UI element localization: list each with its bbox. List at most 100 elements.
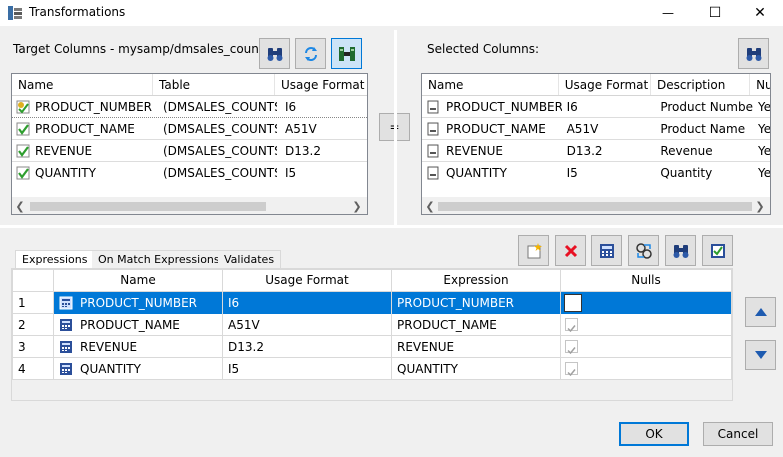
row-number: 2 — [13, 313, 54, 336]
expression-row[interactable]: 2 PRODUCT_NAME A51V PRODUCT_NAME — [13, 313, 731, 336]
find-expression-button[interactable] — [665, 235, 696, 266]
expression-nulls-cell[interactable] — [561, 358, 731, 380]
column-header-usage-format[interactable]: Usage Format — [559, 74, 651, 95]
calculator-button[interactable] — [591, 235, 622, 266]
expression-row[interactable]: 1 PRODUCT_NUMBER I6 PRODUCT_NUMBER — [13, 291, 731, 314]
target-format: A51V — [285, 121, 317, 136]
selected-nulls: Ye — [758, 121, 771, 136]
selected-format: I5 — [566, 166, 578, 180]
scrollbar-thumb[interactable] — [30, 202, 266, 211]
selected-nulls: Ye — [758, 166, 771, 180]
expression-format[interactable]: D13.2 — [223, 335, 392, 358]
expression-value[interactable]: PRODUCT_NUMBER — [392, 291, 561, 314]
maximize-button[interactable]: ☐ — [692, 0, 738, 26]
expression-name-cell[interactable]: PRODUCT_NAME — [54, 313, 223, 336]
selected-row[interactable]: REVENUE D13.2 Revenue Ye — [422, 140, 770, 162]
check-field-icon — [16, 122, 30, 135]
column-header-nulls[interactable]: Nulls — [561, 270, 731, 291]
minimize-button[interactable]: — — [645, 0, 691, 26]
column-header-expression[interactable]: Expression — [392, 270, 561, 291]
binoculars-icon — [746, 47, 761, 61]
nulls-checkbox[interactable] — [565, 362, 578, 377]
validate-button[interactable] — [702, 235, 733, 266]
target-name: PRODUCT_NAME — [35, 121, 135, 136]
selected-horizontal-scrollbar[interactable]: ❮ ❯ — [422, 197, 770, 214]
scroll-left-icon[interactable]: ❮ — [13, 199, 27, 214]
checkmark-icon — [567, 369, 576, 377]
delete-button[interactable] — [555, 235, 586, 266]
calculator-icon — [599, 243, 614, 258]
expression-format[interactable]: A51V — [223, 313, 392, 336]
nulls-checkbox[interactable] — [565, 340, 578, 355]
horizontal-divider — [0, 225, 783, 228]
row-number: 3 — [13, 335, 54, 358]
selected-description: Revenue — [660, 143, 713, 158]
expression-name-cell[interactable]: QUANTITY — [54, 357, 223, 380]
expressions-grid-header: Name Usage Format Expression Nulls — [13, 270, 731, 292]
selected-row[interactable]: QUANTITY I5 Quantity Ye — [422, 162, 770, 184]
target-row[interactable]: PRODUCT_NAME (DMSALES_COUNTS) A51V — [12, 118, 367, 140]
expression-row[interactable]: 4 QUANTITY I5 QUANTITY — [13, 357, 731, 380]
column-header-name[interactable]: Name — [422, 74, 559, 95]
selected-format: A51V — [566, 121, 599, 136]
selected-description: Product Name — [660, 121, 746, 136]
target-grid-header: Name Table Usage Format — [12, 74, 367, 96]
column-header-usage-format[interactable]: Usage Format — [275, 74, 367, 95]
field-icon — [427, 166, 439, 180]
target-horizontal-scrollbar[interactable]: ❮ ❯ — [12, 197, 367, 214]
minimize-icon: — — [662, 6, 674, 20]
expression-name-cell[interactable]: REVENUE — [54, 335, 223, 358]
match-columns-icon — [338, 46, 355, 61]
find-button[interactable] — [259, 38, 290, 69]
expression-nulls-cell[interactable] — [561, 291, 731, 314]
target-row[interactable]: PRODUCT_NUMBER (DMSALES_COUNTS) I6 — [12, 96, 367, 118]
target-columns-grid: Name Table Usage Format PRODUCT_NUMBER (… — [11, 73, 368, 215]
tab-validates[interactable]: Validates — [218, 250, 282, 270]
expression-format[interactable]: I6 — [223, 291, 392, 314]
selected-row[interactable]: PRODUCT_NAME A51V Product Name Ye — [422, 118, 770, 140]
close-button[interactable]: ✕ — [737, 0, 783, 26]
move-down-button[interactable] — [745, 340, 776, 370]
cancel-button[interactable]: Cancel — [703, 422, 773, 446]
refresh-button[interactable] — [295, 38, 326, 69]
swap-button[interactable] — [628, 235, 659, 266]
vertical-divider — [394, 30, 397, 226]
match-columns-button[interactable] — [331, 38, 362, 69]
ok-button[interactable]: OK — [619, 422, 689, 446]
column-header-name[interactable]: Name — [12, 74, 153, 95]
target-row[interactable]: REVENUE (DMSALES_COUNTS) D13.2 — [12, 140, 367, 162]
scrollbar-thumb[interactable] — [438, 202, 752, 211]
scroll-left-icon[interactable]: ❮ — [423, 199, 437, 214]
column-header-name[interactable]: Name — [54, 270, 223, 291]
expression-row[interactable]: 3 REVENUE D13.2 REVENUE — [13, 335, 731, 358]
target-table: (DMSALES_COUNTS) — [163, 143, 277, 158]
calculator-icon — [60, 318, 72, 331]
app-icon — [8, 6, 22, 20]
tab-on-match-expressions[interactable]: On Match Expressions — [92, 250, 227, 270]
expression-name: PRODUCT_NAME — [80, 317, 180, 332]
selected-nulls: Ye — [758, 99, 771, 114]
column-header-description[interactable]: Description — [651, 74, 751, 95]
expression-value[interactable]: QUANTITY — [392, 357, 561, 380]
nulls-checkbox[interactable] — [564, 293, 582, 312]
selected-row[interactable]: PRODUCT_NUMBER I6 Product Number Ye — [422, 96, 770, 118]
scroll-right-icon[interactable]: ❯ — [350, 199, 364, 214]
nulls-checkbox[interactable] — [565, 318, 578, 333]
expressions-grid: Name Usage Format Expression Nulls 1 PRO… — [12, 269, 732, 380]
column-header-usage-format[interactable]: Usage Format — [223, 270, 392, 291]
expression-name-cell[interactable]: PRODUCT_NUMBER — [54, 291, 223, 314]
expression-value[interactable]: REVENUE — [392, 335, 561, 358]
column-header-nulls[interactable]: Nu — [750, 74, 770, 95]
column-header-table[interactable]: Table — [153, 74, 275, 95]
close-icon: ✕ — [754, 5, 766, 21]
expression-format[interactable]: I5 — [223, 357, 392, 380]
expression-nulls-cell[interactable] — [561, 336, 731, 358]
new-expression-button[interactable] — [518, 235, 549, 266]
expression-name: QUANTITY — [80, 361, 141, 376]
find-selected-button[interactable] — [738, 38, 769, 69]
move-up-button[interactable] — [745, 297, 776, 327]
target-row[interactable]: QUANTITY (DMSALES_COUNTS) I5 — [12, 162, 367, 184]
scroll-right-icon[interactable]: ❯ — [753, 199, 767, 214]
expression-nulls-cell[interactable] — [561, 314, 731, 336]
expression-value[interactable]: PRODUCT_NAME — [392, 313, 561, 336]
